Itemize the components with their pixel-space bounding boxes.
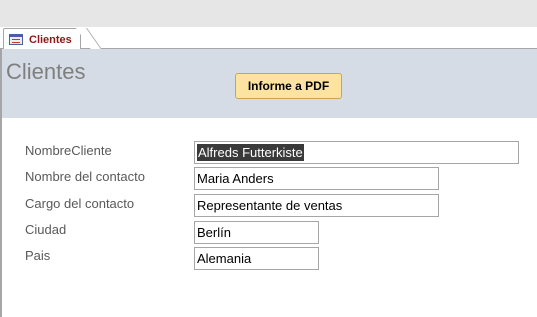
tab-label: Clientes xyxy=(29,33,72,46)
tab-clientes[interactable]: Clientes xyxy=(3,28,81,50)
label-nombre-cliente: NombreCliente xyxy=(25,143,112,158)
label-cargo-contacto: Cargo del contacto xyxy=(25,196,135,211)
form-title: Clientes xyxy=(6,59,86,84)
cargo-contacto-field[interactable]: Representante de ventas xyxy=(194,194,439,217)
ciudad-field[interactable]: Berlín xyxy=(194,221,319,244)
label-ciudad: Ciudad xyxy=(25,222,67,237)
selected-value-text: Alfreds Futterkiste xyxy=(197,144,304,161)
label-pais: Pais xyxy=(25,248,51,263)
top-bar xyxy=(0,0,537,27)
label-nombre-contacto: Nombre del contacto xyxy=(25,169,145,184)
nombre-contacto-field[interactable]: Maria Anders xyxy=(194,167,439,190)
pais-field[interactable]: Alemania xyxy=(194,247,319,270)
nombre-cliente-field[interactable]: Alfreds Futterkiste xyxy=(194,141,519,164)
form-icon xyxy=(9,34,23,45)
pdf-report-button[interactable]: Informe a PDF xyxy=(235,73,342,99)
